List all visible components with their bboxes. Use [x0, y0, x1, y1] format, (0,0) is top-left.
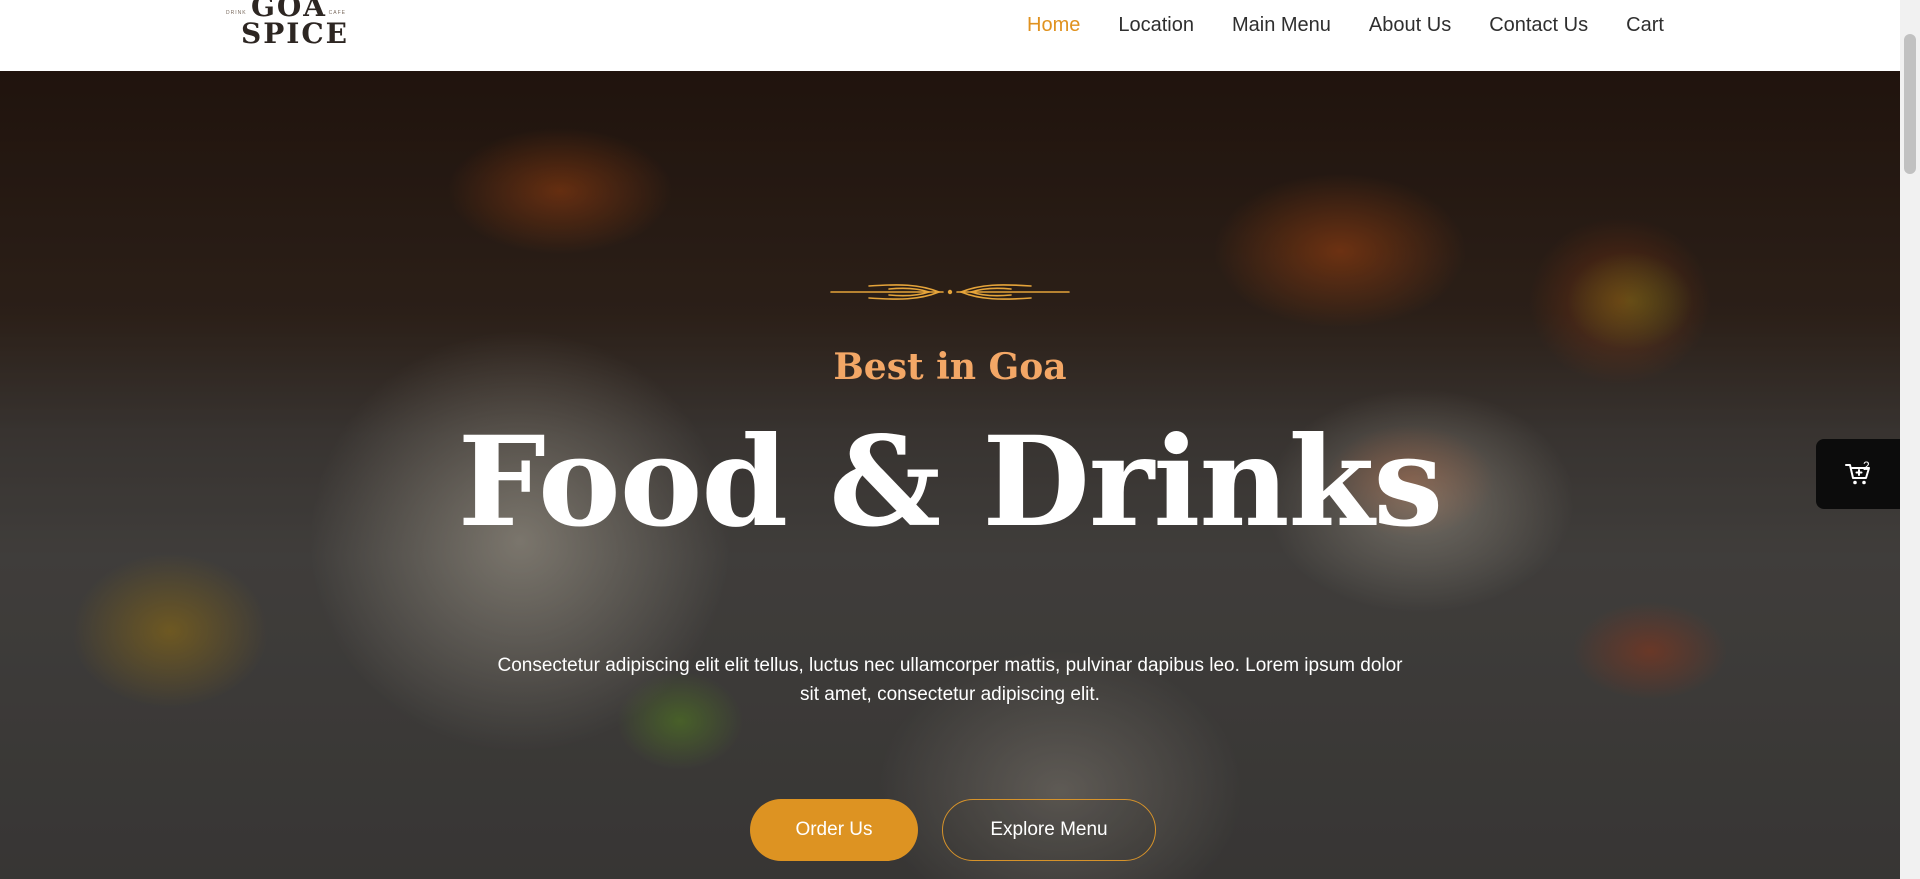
- logo-right-small-text: CAFE: [328, 10, 346, 16]
- hero-description: Consectetur adipiscing elit elit tellus,…: [497, 655, 1403, 705]
- nav-cart[interactable]: Cart: [1626, 14, 1664, 36]
- hero-tagline: Best in Goa: [833, 346, 1067, 388]
- nav-about-us[interactable]: About Us: [1369, 14, 1451, 36]
- main-nav: Home Location Main Menu About Us Contact…: [1027, 14, 1664, 36]
- scrollbar-thumb[interactable]: [1904, 34, 1916, 174]
- nav-main-menu[interactable]: Main Menu: [1232, 14, 1331, 36]
- floating-cart-button[interactable]: 2: [1816, 439, 1900, 509]
- nav-location[interactable]: Location: [1118, 14, 1194, 36]
- nav-contact-us[interactable]: Contact Us: [1489, 14, 1588, 36]
- site-logo[interactable]: DRINK GOA CAFE SPICE: [223, 0, 348, 54]
- explore-menu-button[interactable]: Explore Menu: [942, 799, 1156, 861]
- order-us-button[interactable]: Order Us: [750, 799, 918, 861]
- cart-count-badge: 2: [1863, 459, 1870, 473]
- logo-left-small-text: DRINK: [226, 10, 247, 16]
- ornament-divider-icon: [830, 284, 1070, 300]
- hero-section: Best in Goa Food & Drinks Consectetur ad…: [0, 71, 1900, 879]
- nav-home[interactable]: Home: [1027, 14, 1080, 36]
- logo-line-2: SPICE: [241, 17, 349, 50]
- page-scrollbar[interactable]: [1900, 0, 1920, 879]
- hero-headline: Food & Drinks: [457, 410, 1444, 555]
- site-header: DRINK GOA CAFE SPICE Home Location Main …: [0, 0, 1900, 71]
